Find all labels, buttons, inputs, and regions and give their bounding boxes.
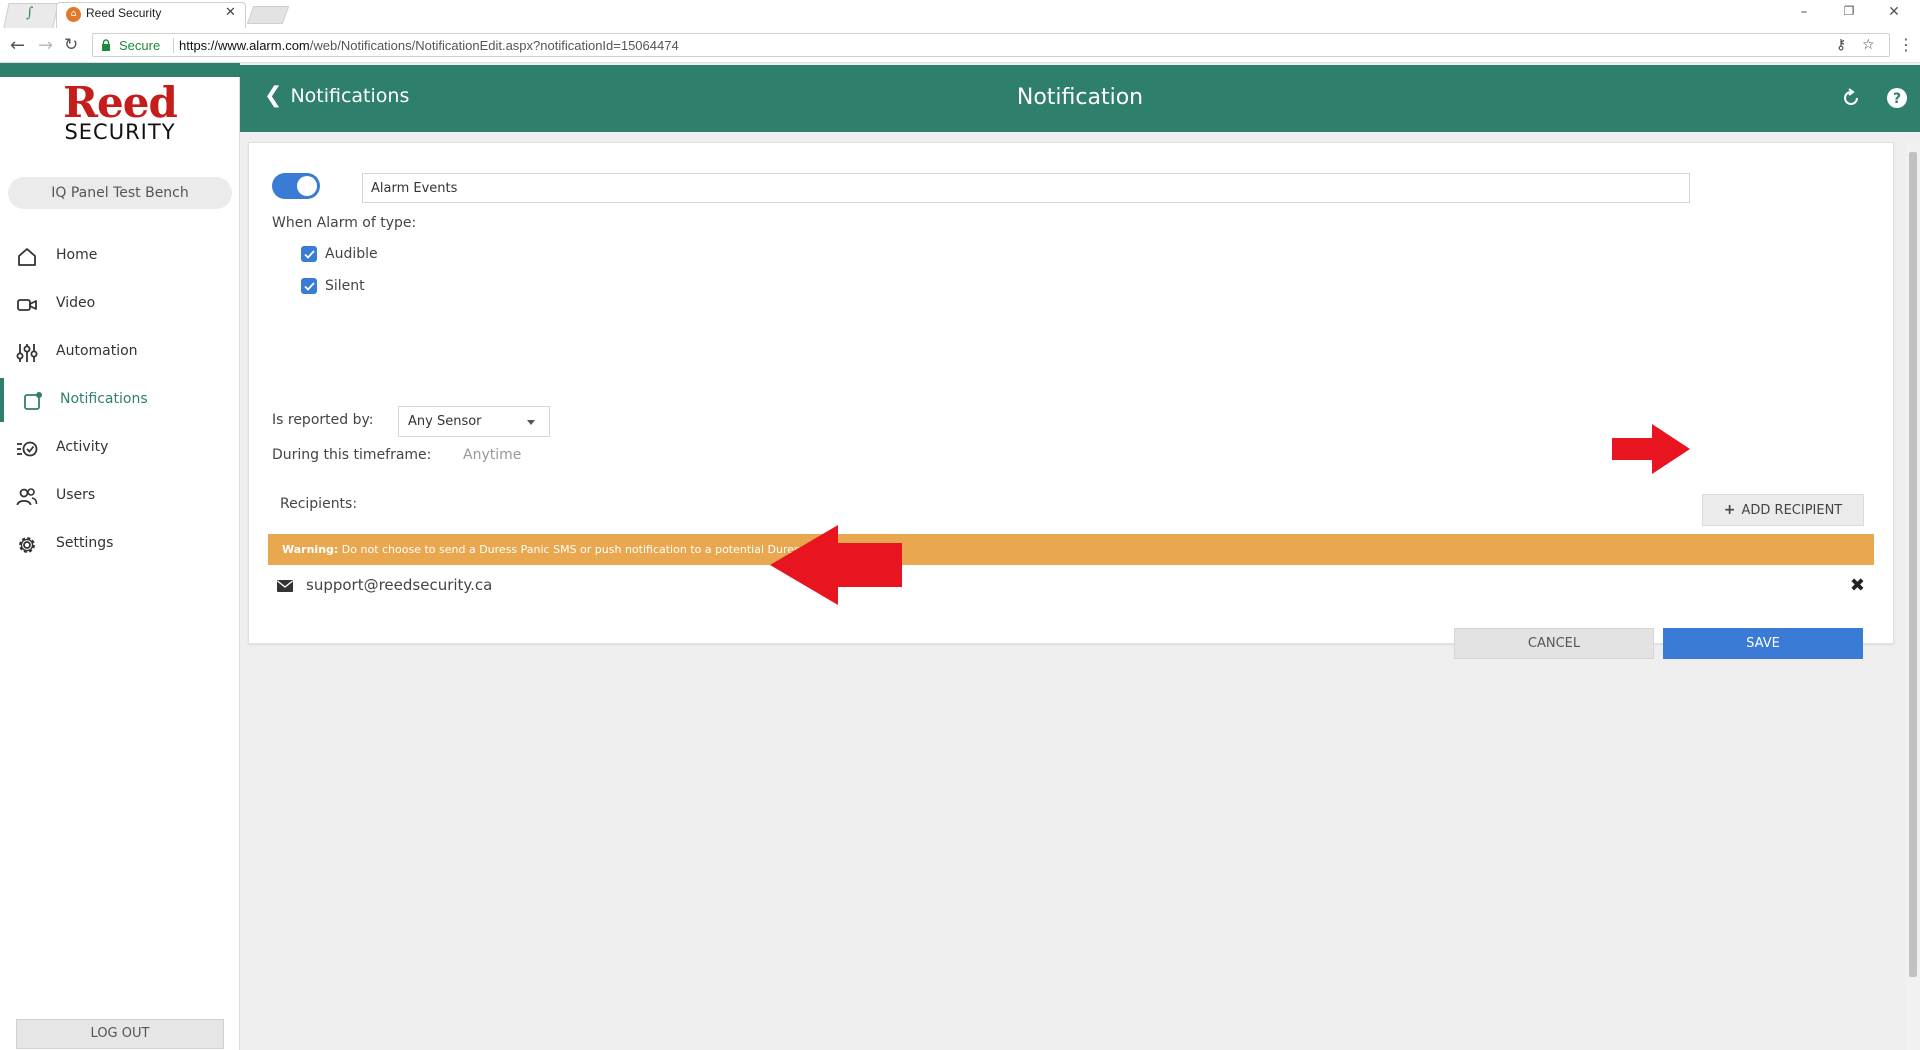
- address-separator: [173, 38, 174, 53]
- cancel-button[interactable]: CANCEL: [1454, 628, 1654, 659]
- window-close-icon[interactable]: ✕: [1879, 4, 1909, 20]
- sidebar-item-settings[interactable]: Settings: [0, 520, 240, 568]
- gear-icon: [19, 537, 35, 553]
- warning-title: Warning:: [282, 543, 339, 556]
- checkbox-label: Audible: [325, 246, 378, 262]
- logout-button[interactable]: LOG OUT: [16, 1019, 224, 1049]
- browser-tab-strip: ∫ ⌂ Reed Security ✕ – ❐ ✕: [0, 0, 1920, 29]
- active-indicator: [0, 378, 4, 422]
- annotation-arrow-left-icon: [770, 525, 902, 605]
- url-path: /web/Notifications/NotificationEdit.aspx…: [309, 38, 679, 53]
- notification-form-card: When Alarm of type: Audible Silent Is re…: [248, 142, 1894, 659]
- reload-icon[interactable]: ↻: [64, 35, 78, 55]
- sidebar-item-label: Notifications: [60, 391, 148, 407]
- sidebar-item-users[interactable]: Users: [0, 472, 240, 520]
- checkbox-label: Silent: [325, 278, 365, 294]
- envelope-icon: [277, 580, 293, 592]
- checkbox-checked-icon: [301, 278, 317, 294]
- secure-label: Secure: [119, 38, 161, 53]
- sidebar-item-automation[interactable]: Automation: [0, 328, 240, 376]
- reported-by-value: Any Sensor: [408, 414, 482, 429]
- bookmark-star-icon[interactable]: ☆: [1862, 37, 1875, 53]
- notification-name-input[interactable]: [362, 173, 1690, 203]
- key-icon[interactable]: ⚷: [1836, 37, 1846, 53]
- logo-wordmark-top: Reed: [63, 78, 178, 127]
- alarm-type-audible-checkbox[interactable]: Audible: [301, 246, 378, 262]
- timeframe-label: During this timeframe:: [272, 447, 432, 463]
- remove-recipient-icon[interactable]: ✖: [1850, 575, 1865, 596]
- sliders-icon: [16, 344, 38, 362]
- home-icon: [18, 248, 36, 266]
- browser-menu-icon[interactable]: ⋮: [1898, 35, 1914, 54]
- browser-toolbar: ← → ↻ Secure https://www.alarm.com/web/N…: [0, 28, 1920, 63]
- help-icon[interactable]: ?: [1886, 87, 1908, 109]
- annotation-arrow-right-icon: [1612, 424, 1690, 474]
- add-recipient-button[interactable]: + ADD RECIPIENT: [1702, 494, 1864, 526]
- reported-by-select[interactable]: Any Sensor: [398, 406, 550, 437]
- caret-down-icon: [527, 420, 535, 425]
- forward-arrow-icon[interactable]: →: [38, 35, 53, 56]
- pinned-tab-icon: ∫: [26, 5, 34, 21]
- page-header: ❮ Notifications Notification ?: [240, 65, 1920, 132]
- timeframe-value[interactable]: Anytime: [463, 447, 521, 463]
- recipient-email[interactable]: support@reedsecurity.ca: [306, 576, 492, 594]
- refresh-icon[interactable]: [1840, 87, 1862, 109]
- sidebar-item-label: Home: [56, 247, 98, 263]
- toggle-knob: [297, 176, 317, 196]
- new-tab-button[interactable]: [246, 6, 290, 24]
- tab-close-icon[interactable]: ✕: [225, 5, 236, 20]
- notification-icon: [24, 392, 42, 410]
- sidebar-item-home[interactable]: Home: [0, 232, 240, 280]
- notification-enabled-toggle[interactable]: [272, 173, 320, 199]
- sidebar-item-label: Users: [56, 487, 96, 503]
- recipient-row: support@reedsecurity.ca ✖: [277, 575, 1865, 599]
- minimize-icon[interactable]: –: [1789, 4, 1819, 20]
- add-recipient-label: ADD RECIPIENT: [1741, 502, 1843, 518]
- url-domain: https://www.alarm.com: [179, 38, 310, 53]
- tab-title: Reed Security: [86, 6, 162, 20]
- sidebar-item-label: Activity: [56, 439, 109, 455]
- sidebar-top-stripe: [0, 63, 240, 77]
- sidebar-item-label: Settings: [56, 535, 114, 551]
- sidebar-item-video[interactable]: Video: [0, 280, 240, 328]
- svg-text:?: ?: [1893, 91, 1901, 107]
- sidebar-item-label: Automation: [56, 343, 138, 359]
- sidebar-item-label: Video: [56, 295, 96, 311]
- alarm-type-silent-checkbox[interactable]: Silent: [301, 278, 365, 294]
- sidebar-item-notifications[interactable]: Notifications: [0, 376, 240, 424]
- scrollbar-thumb[interactable]: [1909, 152, 1917, 977]
- page-title: Notification: [1016, 85, 1144, 110]
- plus-icon: +: [1723, 502, 1736, 518]
- sidebar: Reed SECURITY IQ Panel Test Bench Home V…: [0, 77, 240, 1050]
- activity-icon: [17, 441, 38, 457]
- address-bar[interactable]: Secure https://www.alarm.com/web/Notific…: [92, 33, 1890, 57]
- checkbox-checked-icon: [301, 246, 317, 262]
- site-favicon-icon: ⌂: [66, 7, 81, 22]
- back-arrow-icon[interactable]: ←: [10, 35, 25, 56]
- sidebar-item-activity[interactable]: Activity: [0, 424, 240, 472]
- recipients-label: Recipients:: [280, 496, 358, 512]
- url-text: https://www.alarm.com/web/Notifications/…: [179, 38, 679, 53]
- app-root: Reed SECURITY IQ Panel Test Bench Home V…: [0, 63, 1920, 1050]
- restore-icon[interactable]: ❐: [1834, 4, 1864, 18]
- lock-icon: [102, 39, 110, 51]
- duress-warning-banner: Warning: Do not choose to send a Duress …: [268, 534, 1874, 565]
- reed-security-logo[interactable]: Reed SECURITY: [0, 78, 240, 144]
- system-selector[interactable]: IQ Panel Test Bench: [8, 177, 232, 209]
- users-icon: [16, 488, 38, 506]
- save-button[interactable]: SAVE: [1663, 628, 1863, 659]
- alarm-type-label: When Alarm of type:: [272, 215, 417, 231]
- video-camera-icon: [17, 299, 37, 311]
- reported-by-label: Is reported by:: [272, 412, 374, 428]
- logo-wordmark-bottom: SECURITY: [64, 120, 176, 144]
- page-scrollbar[interactable]: [1906, 142, 1920, 1050]
